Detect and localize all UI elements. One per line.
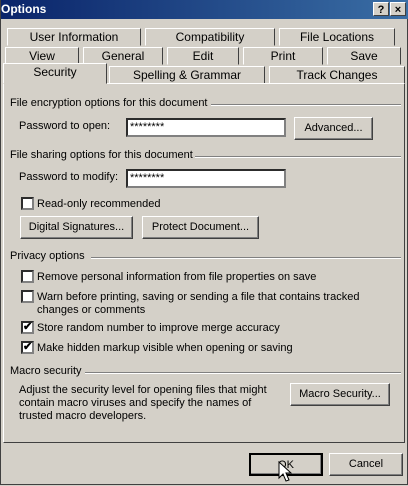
encryption-section-title: File encryption options for this documen… [10,97,208,109]
readonly-checkbox[interactable] [21,197,34,210]
protect-document-button[interactable]: Protect Document... [142,216,259,239]
warn-tracked-checkbox[interactable] [21,290,34,303]
close-button[interactable]: × [390,2,406,16]
readonly-label: Read-only recommended [37,198,161,210]
advanced-button[interactable]: Advanced... [294,117,373,140]
macro-description-line1: Adjust the security level for opening fi… [19,384,267,396]
privacy-separator [91,257,401,259]
store-random-number-label: Store random number to improve merge acc… [37,322,280,334]
password-modify-field[interactable]: ******** [126,169,286,188]
mouse-pointer-icon [278,461,292,482]
macro-separator [85,372,401,374]
tab-compatibility[interactable]: Compatibility [145,28,275,46]
tab-user-information[interactable]: User Information [7,28,141,46]
tab-track-changes[interactable]: Track Changes [269,66,405,84]
privacy-section-title: Privacy options [10,250,85,262]
warn-tracked-label-line2: changes or comments [37,304,146,316]
hidden-markup-checkbox[interactable]: ✔ [21,341,34,354]
macro-description-line2: contain macro viruses and specify the na… [19,397,252,409]
password-open-field[interactable]: ******** [126,118,286,137]
store-random-number-checkbox[interactable]: ✔ [21,321,34,334]
macro-security-button[interactable]: Macro Security... [290,383,390,406]
hidden-markup-label: Make hidden markup visible when opening … [37,342,293,354]
title-bar: Options ? × [1,0,408,19]
window-title: Options [1,2,47,16]
macro-section-title: Macro security [10,365,82,377]
macro-description-line3: trusted macro developers. [19,410,147,422]
tab-spelling-grammar[interactable]: Spelling & Grammar [109,66,265,84]
tab-save[interactable]: Save [327,47,401,65]
sharing-separator [195,156,401,158]
help-button[interactable]: ? [373,2,389,16]
warn-tracked-label: Warn before printing, saving or sending … [37,291,360,303]
encryption-separator [211,104,401,106]
password-modify-label: Password to modify: [19,171,119,183]
tab-security[interactable]: Security [3,63,107,84]
tab-file-locations[interactable]: File Locations [279,28,395,46]
options-dialog: Options ? × User Information Compatibili… [0,0,408,485]
digital-signatures-button[interactable]: Digital Signatures... [20,216,133,239]
remove-personal-info-label: Remove personal information from file pr… [37,271,317,283]
cancel-button[interactable]: Cancel [329,453,403,476]
password-open-label: Password to open: [19,120,111,132]
tab-edit[interactable]: Edit [167,47,239,65]
sharing-section-title: File sharing options for this document [10,149,193,161]
tab-print[interactable]: Print [243,47,323,65]
remove-personal-info-checkbox[interactable] [21,270,34,283]
